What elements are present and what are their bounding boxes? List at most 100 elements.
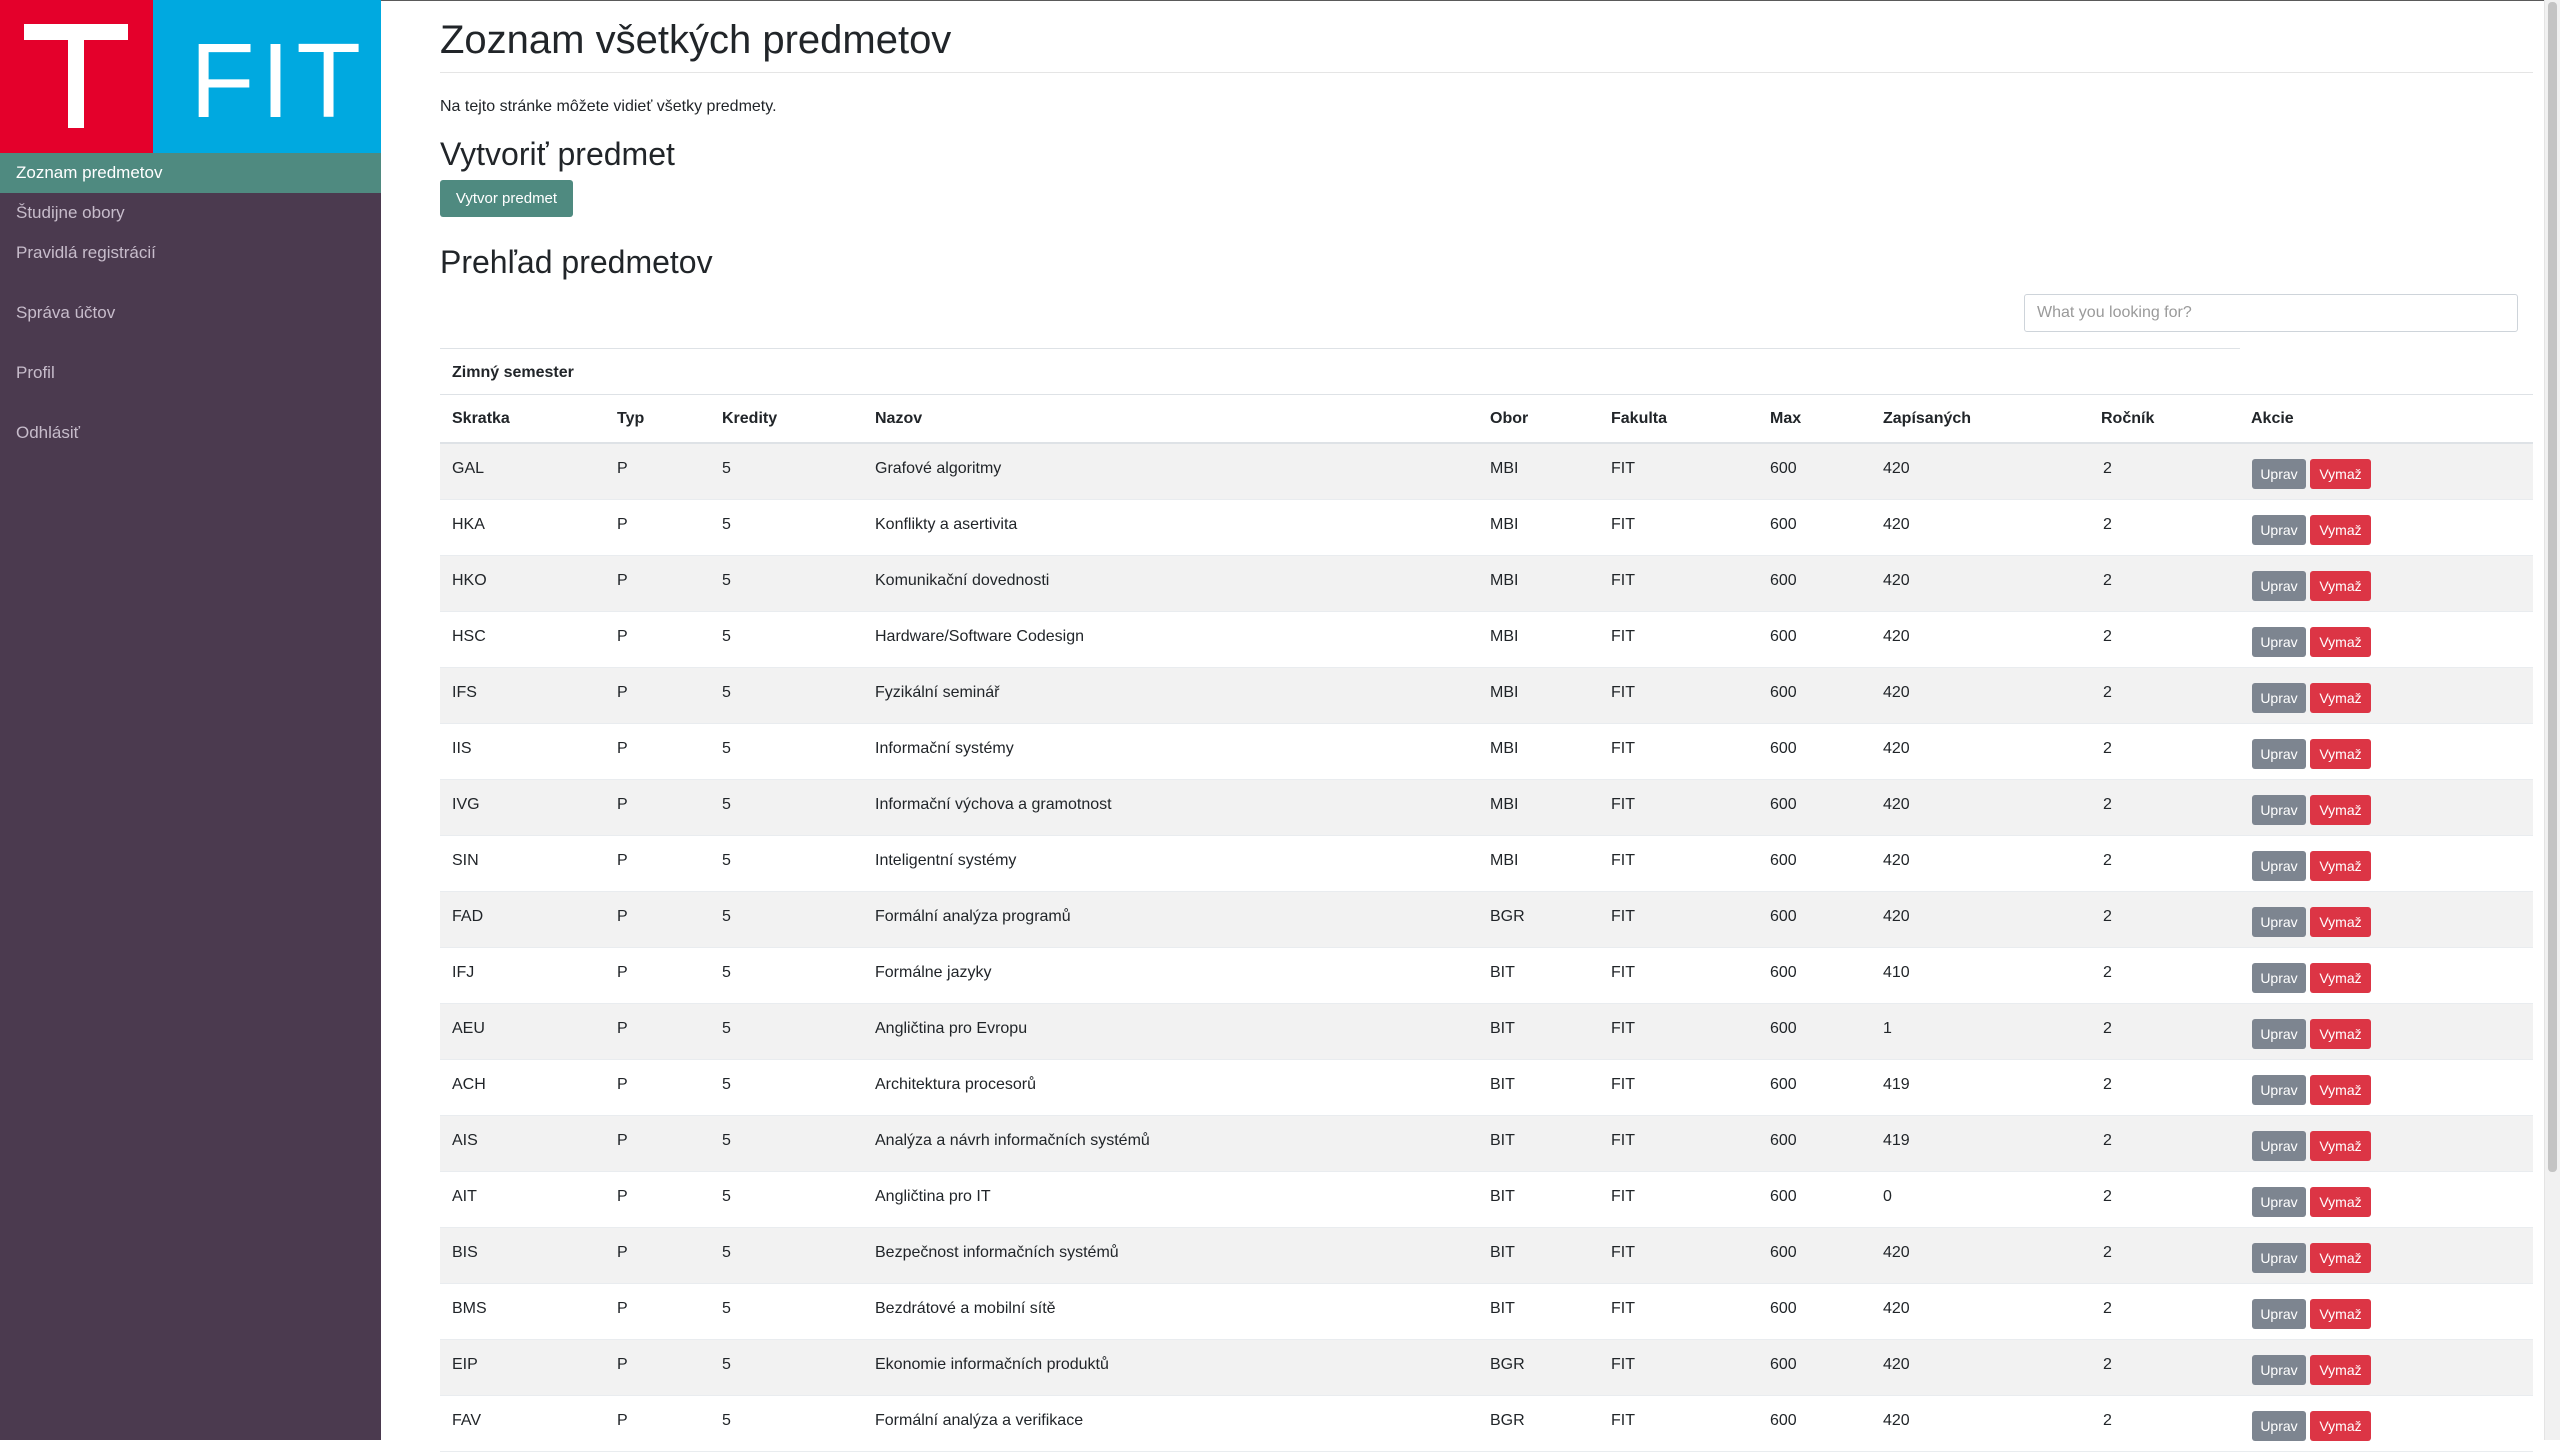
cell-skratka: ACH [452,1076,486,1093]
logo-text: FIT [190,22,367,140]
delete-button[interactable]: Vymaž [2310,1411,2371,1441]
edit-button[interactable]: Uprav [2252,515,2306,545]
scrollbar-thumb[interactable] [2548,2,2557,1172]
fit-logo[interactable]: FIT [0,0,381,153]
sidebar-item-studijne-obory[interactable]: Študijne obory [0,193,381,233]
table-row: BIS P 5 Bezpečnost informačních systémů BIT F… [440,1228,2533,1284]
edit-button[interactable]: Uprav [2252,1299,2306,1329]
edit-button[interactable]: Uprav [2252,739,2306,769]
delete-button[interactable]: Vymaž [2310,963,2371,993]
delete-button[interactable]: Vymaž [2310,1187,2371,1217]
edit-button[interactable]: Uprav [2252,571,2306,601]
delete-button[interactable]: Vymaž [2310,459,2371,489]
col-header-fakulta[interactable]: Fakulta [1611,410,1667,428]
col-header-typ[interactable]: Typ [617,410,644,428]
col-header-nazov[interactable]: Nazov [875,410,922,428]
col-header-zapisanych[interactable]: Zapísaných [1883,410,1971,428]
cell-zapisanych: 420 [1883,572,1910,589]
delete-button[interactable]: Vymaž [2310,571,2371,601]
cell-zapisanych: 420 [1883,740,1910,757]
edit-button[interactable]: Uprav [2252,963,2306,993]
delete-button[interactable]: Vymaž [2310,1131,2371,1161]
edit-button[interactable]: Uprav [2252,1187,2306,1217]
cell-obor: MBI [1490,516,1519,533]
cell-rocnik: 2 [2103,1356,2112,1373]
table-row: AIT P 5 Angličtina pro IT BIT FIT 600 0 2 Uprav Vy… [440,1172,2533,1228]
cell-nazov: Formální analýza programů [875,908,1071,925]
title-divider [440,72,2533,73]
cell-typ: P [617,1356,628,1373]
col-header-obor[interactable]: Obor [1490,410,1528,428]
cell-obor: MBI [1490,572,1519,589]
cell-kredity: 5 [722,740,731,757]
col-header-akcie: Akcie [2251,410,2294,427]
edit-button[interactable]: Uprav [2252,1411,2306,1441]
cell-max: 600 [1770,1020,1797,1037]
edit-button[interactable]: Uprav [2252,1019,2306,1049]
col-header-kredity[interactable]: Kredity [722,410,777,428]
delete-button[interactable]: Vymaž [2310,795,2371,825]
edit-button[interactable]: Uprav [2252,795,2306,825]
cell-kredity: 5 [722,572,731,589]
sidebar-item-sprava-uctov[interactable]: Správa účtov [0,293,381,333]
cell-typ: P [617,460,628,477]
cell-skratka: AEU [452,1020,485,1037]
sidebar-item-zoznam-predmetov[interactable]: Zoznam predmetov [0,153,381,193]
delete-button[interactable]: Vymaž [2310,851,2371,881]
edit-button[interactable]: Uprav [2252,627,2306,657]
cell-kredity: 5 [722,1076,731,1093]
edit-button[interactable]: Uprav [2252,851,2306,881]
cell-fakulta: FIT [1611,740,1635,757]
edit-button[interactable]: Uprav [2252,907,2306,937]
search-input[interactable] [2024,294,2518,332]
delete-button[interactable]: Vymaž [2310,683,2371,713]
delete-button[interactable]: Vymaž [2310,627,2371,657]
delete-button[interactable]: Vymaž [2310,1075,2371,1105]
create-subject-button[interactable]: Vytvor predmet [440,180,573,217]
cell-skratka: IFS [452,684,477,701]
cell-fakulta: FIT [1611,1076,1635,1093]
cell-rocnik: 2 [2103,1412,2112,1429]
cell-typ: P [617,852,628,869]
cell-obor: MBI [1490,852,1519,869]
cell-zapisanych: 1 [1883,1020,1892,1037]
cell-obor: MBI [1490,460,1519,477]
cell-typ: P [617,628,628,645]
table-row: IFJ P 5 Formálne jazyky BIT FIT 600 410 2 Uprav Vy… [440,948,2533,1004]
edit-button[interactable]: Uprav [2252,459,2306,489]
col-header-rocnik[interactable]: Ročník [2101,410,2154,428]
sidebar-item-pravidla-registracii[interactable]: Pravidlá registrácií [0,233,381,273]
vertical-scrollbar[interactable] [2544,0,2560,1440]
cell-rocnik: 2 [2103,684,2112,701]
sidebar-item-odhlasit[interactable]: Odhlásiť [0,413,381,453]
table-row: AIS P 5 Analýza a návrh informačních systém… [440,1116,2533,1172]
edit-button[interactable]: Uprav [2252,1075,2306,1105]
delete-button[interactable]: Vymaž [2310,907,2371,937]
col-header-skratka[interactable]: Skratka [452,410,510,428]
edit-button[interactable]: Uprav [2252,683,2306,713]
delete-button[interactable]: Vymaž [2310,515,2371,545]
cell-skratka: AIS [452,1132,478,1149]
cell-typ: P [617,908,628,925]
delete-button[interactable]: Vymaž [2310,739,2371,769]
table-row: EIP P 5 Ekonomie informačních produktů BGR FI… [440,1340,2533,1396]
cell-skratka: FAV [452,1412,482,1429]
edit-button[interactable]: Uprav [2252,1243,2306,1273]
delete-button[interactable]: Vymaž [2310,1299,2371,1329]
cell-nazov: Grafové algoritmy [875,460,1002,477]
delete-button[interactable]: Vymaž [2310,1243,2371,1273]
cell-nazov: Informační výchova a gramotnost [875,796,1112,813]
delete-button[interactable]: Vymaž [2310,1355,2371,1385]
sidebar-item-profil[interactable]: Profil [0,353,381,393]
table-row: FAV P 5 Formální analýza a verifikace BGR FIT… [440,1396,2533,1452]
cell-nazov: Angličtina pro IT [875,1188,991,1205]
edit-button[interactable]: Uprav [2252,1355,2306,1385]
edit-button[interactable]: Uprav [2252,1131,2306,1161]
cell-fakulta: FIT [1611,684,1635,701]
delete-button[interactable]: Vymaž [2310,1019,2371,1049]
cell-fakulta: FIT [1611,1020,1635,1037]
col-header-max[interactable]: Max [1770,410,1801,428]
cell-nazov: Fyzikální seminář [875,684,1000,701]
cell-fakulta: FIT [1611,1300,1635,1317]
page-description: Na tejto stránke môžete vidieť všetky pr… [440,98,777,115]
